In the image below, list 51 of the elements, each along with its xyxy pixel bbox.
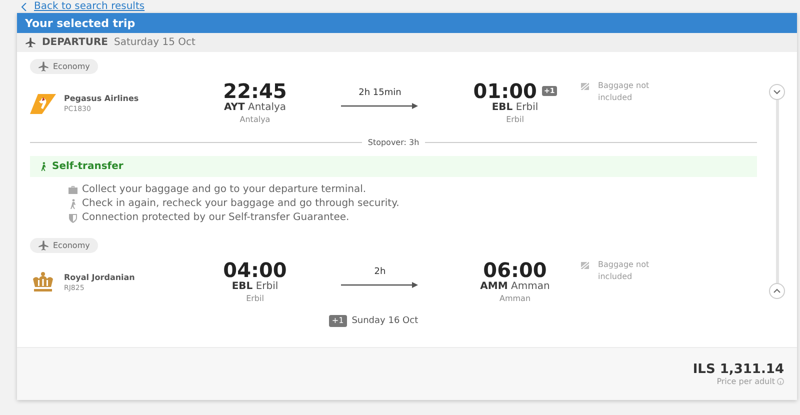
- back-link[interactable]: Back to search results: [34, 0, 145, 12]
- plane-icon: [38, 240, 49, 251]
- arrival-date: Sunday 16 Oct: [352, 316, 418, 326]
- price-amount: ILS 1,311.14: [692, 362, 784, 377]
- next-day-badge: +1: [328, 315, 347, 327]
- arrow-icon: [341, 102, 419, 110]
- stopover-label: Stopover: 3h: [368, 138, 420, 147]
- baggage-crossed-icon: [580, 81, 590, 91]
- card-title: Your selected trip: [17, 13, 797, 33]
- collapse-button[interactable]: [769, 84, 785, 100]
- departure-place: AYT Antalya: [224, 102, 286, 113]
- suitcase-icon: [68, 184, 78, 194]
- chevron-down-icon: [773, 88, 781, 96]
- arrival-place: AMM Amman: [480, 281, 550, 292]
- baggage-crossed-icon: [580, 260, 590, 270]
- departure-time: 22:45: [223, 80, 287, 102]
- plane-icon: [25, 37, 36, 48]
- airline-name: Pegasus Airlines: [64, 94, 139, 102]
- baggage-info: Baggage not included: [598, 259, 650, 283]
- departure-place: EBL Erbil: [232, 281, 278, 292]
- departure-airport: Antalya: [240, 115, 270, 124]
- cabin-class-label: Economy: [53, 62, 90, 71]
- self-transfer-title: Self-transfer: [52, 161, 124, 172]
- arrow-icon: [341, 281, 419, 289]
- self-transfer-note: Check in again, recheck your baggage and go through security.: [82, 198, 400, 209]
- self-transfer-note: Collect your baggage and go to your departure terminal.: [82, 184, 366, 195]
- arrival-place: EBL Erbil: [492, 102, 538, 113]
- crown-logo: [30, 271, 56, 293]
- airline-name: Royal Jordanian: [64, 272, 135, 282]
- arrival-airport: Erbil: [506, 115, 524, 124]
- airline-logo: [30, 92, 56, 114]
- price-label: Price per adult: [716, 377, 775, 386]
- flight-duration: 2h: [374, 267, 386, 277]
- cabin-class-label: Economy: [53, 241, 90, 250]
- baggage-info: Baggage not included: [598, 80, 650, 104]
- departure-airport: Erbil: [246, 294, 264, 303]
- chevron-up-icon: [773, 287, 781, 295]
- departure-time: 04:00: [223, 259, 287, 281]
- arrival-airport: Amman: [499, 294, 531, 303]
- expand-button[interactable]: [769, 283, 785, 299]
- walking-person-icon: [68, 198, 78, 208]
- arrival-time: 06:00: [483, 259, 547, 281]
- walking-person-icon: [39, 161, 48, 172]
- self-transfer-note: Connection protected by our Self-transfer Guarantee.: [82, 212, 350, 223]
- flight-duration: 2h 15min: [358, 88, 402, 98]
- direction-label: DEPARTURE: [42, 37, 108, 48]
- plane-icon: [38, 61, 49, 72]
- shield-icon: [68, 212, 78, 222]
- direction-date: Saturday 15 Oct: [114, 37, 196, 48]
- arrival-time: 01:00: [473, 80, 537, 102]
- chevron-left-icon: [20, 2, 28, 10]
